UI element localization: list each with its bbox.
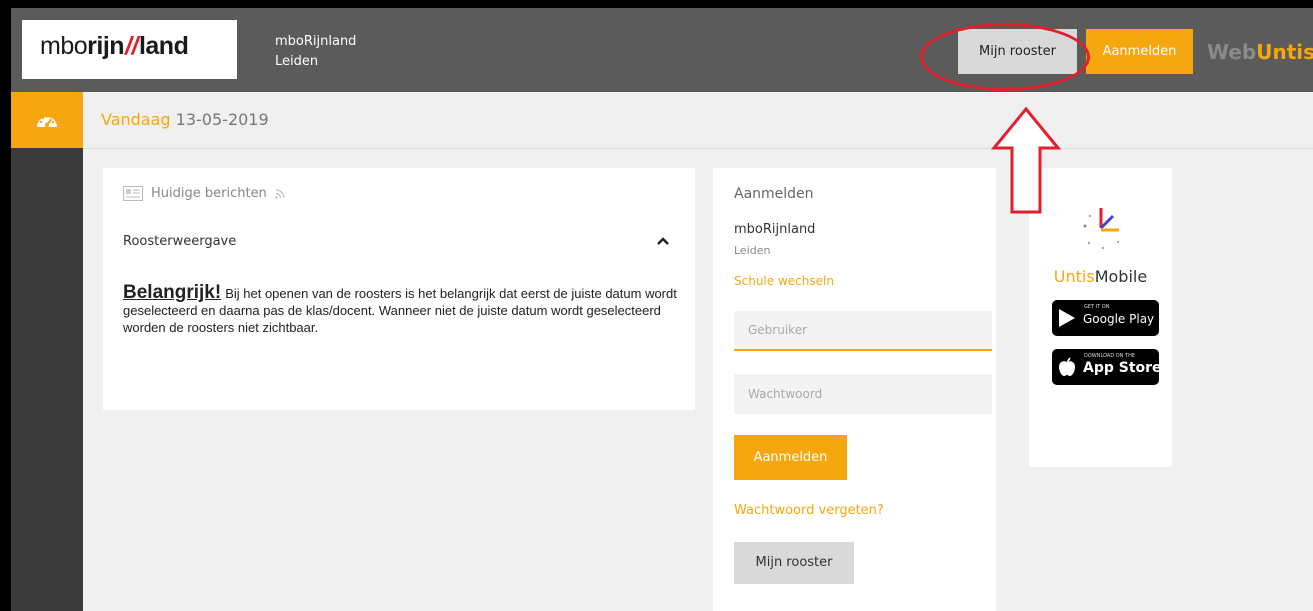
news-subheader: Roosterweergave [123,234,237,249]
webuntis-window: mborijn//land mboRijnland Leiden Mijn ro… [11,8,1313,611]
google-play-label: Google Play [1083,312,1155,326]
sidebar [11,92,83,611]
username-input[interactable] [734,311,992,351]
untis-mobile-label: UntisMobile [1053,267,1148,286]
login-school-city: Leiden [734,244,771,257]
header-school-name: mboRijnland [275,34,357,49]
header-school-city: Leiden [275,54,319,69]
date-bar: Vandaag 13-05-2019 [83,92,1313,149]
sidebar-item-dashboard[interactable] [11,92,83,148]
switch-school-link[interactable]: Schule wechseln [734,274,834,288]
forgot-password-link[interactable]: Wachtwoord vergeten? [734,503,884,518]
google-play-icon [1059,309,1075,327]
chevron-up-icon[interactable] [656,236,670,246]
school-logo[interactable]: mborijn//land [22,20,237,79]
my-schedule-button[interactable]: Mijn rooster [734,542,854,584]
date-value: 13-05-2019 [175,110,269,129]
login-school-name: mboRijnland [734,222,816,237]
important-label: Belangrijk! [123,282,222,303]
app-store-label: App Store [1083,360,1162,376]
today-label: Vandaag [101,110,171,129]
today-date: Vandaag 13-05-2019 [101,110,269,129]
google-play-small-text: GET IT ON [1084,304,1110,310]
untis-mobile-logo [1083,208,1120,250]
password-input[interactable] [734,374,992,414]
my-schedule-button-top[interactable]: Mijn rooster [958,29,1077,74]
news-header: Huidige berichten [123,186,285,201]
news-message: Belangrijk! Bij het openen van de rooster… [123,282,683,336]
login-panel: Aanmelden mboRijnland Leiden Schule wech… [713,168,996,611]
app-store-badge[interactable]: Download on the App Store [1052,349,1162,385]
login-title: Aanmelden [734,186,814,202]
rss-icon[interactable] [275,188,285,199]
news-icon [123,186,143,201]
login-button[interactable]: Aanmelden [734,435,847,480]
app-store-small-text: Download on the [1084,353,1136,359]
header-school-info: mboRijnland Leiden [275,32,356,72]
untis-mobile-panel: UntisMobile GET IT ON Google Play Downlo… [1029,168,1172,467]
news-header-label: Huidige berichten [151,186,267,201]
news-panel: Huidige berichten Roosterweergave Belang… [103,168,695,410]
login-button-top[interactable]: Aanmelden [1086,29,1193,74]
school-logo-text: mborijn//land [40,32,189,60]
webuntis-brand: WebUntis [1207,40,1313,64]
dashboard-icon [37,115,57,128]
apple-icon [1059,357,1075,376]
google-play-badge[interactable]: GET IT ON Google Play [1052,300,1159,336]
top-bar: mborijn//land mboRijnland Leiden Mijn ro… [11,8,1313,92]
